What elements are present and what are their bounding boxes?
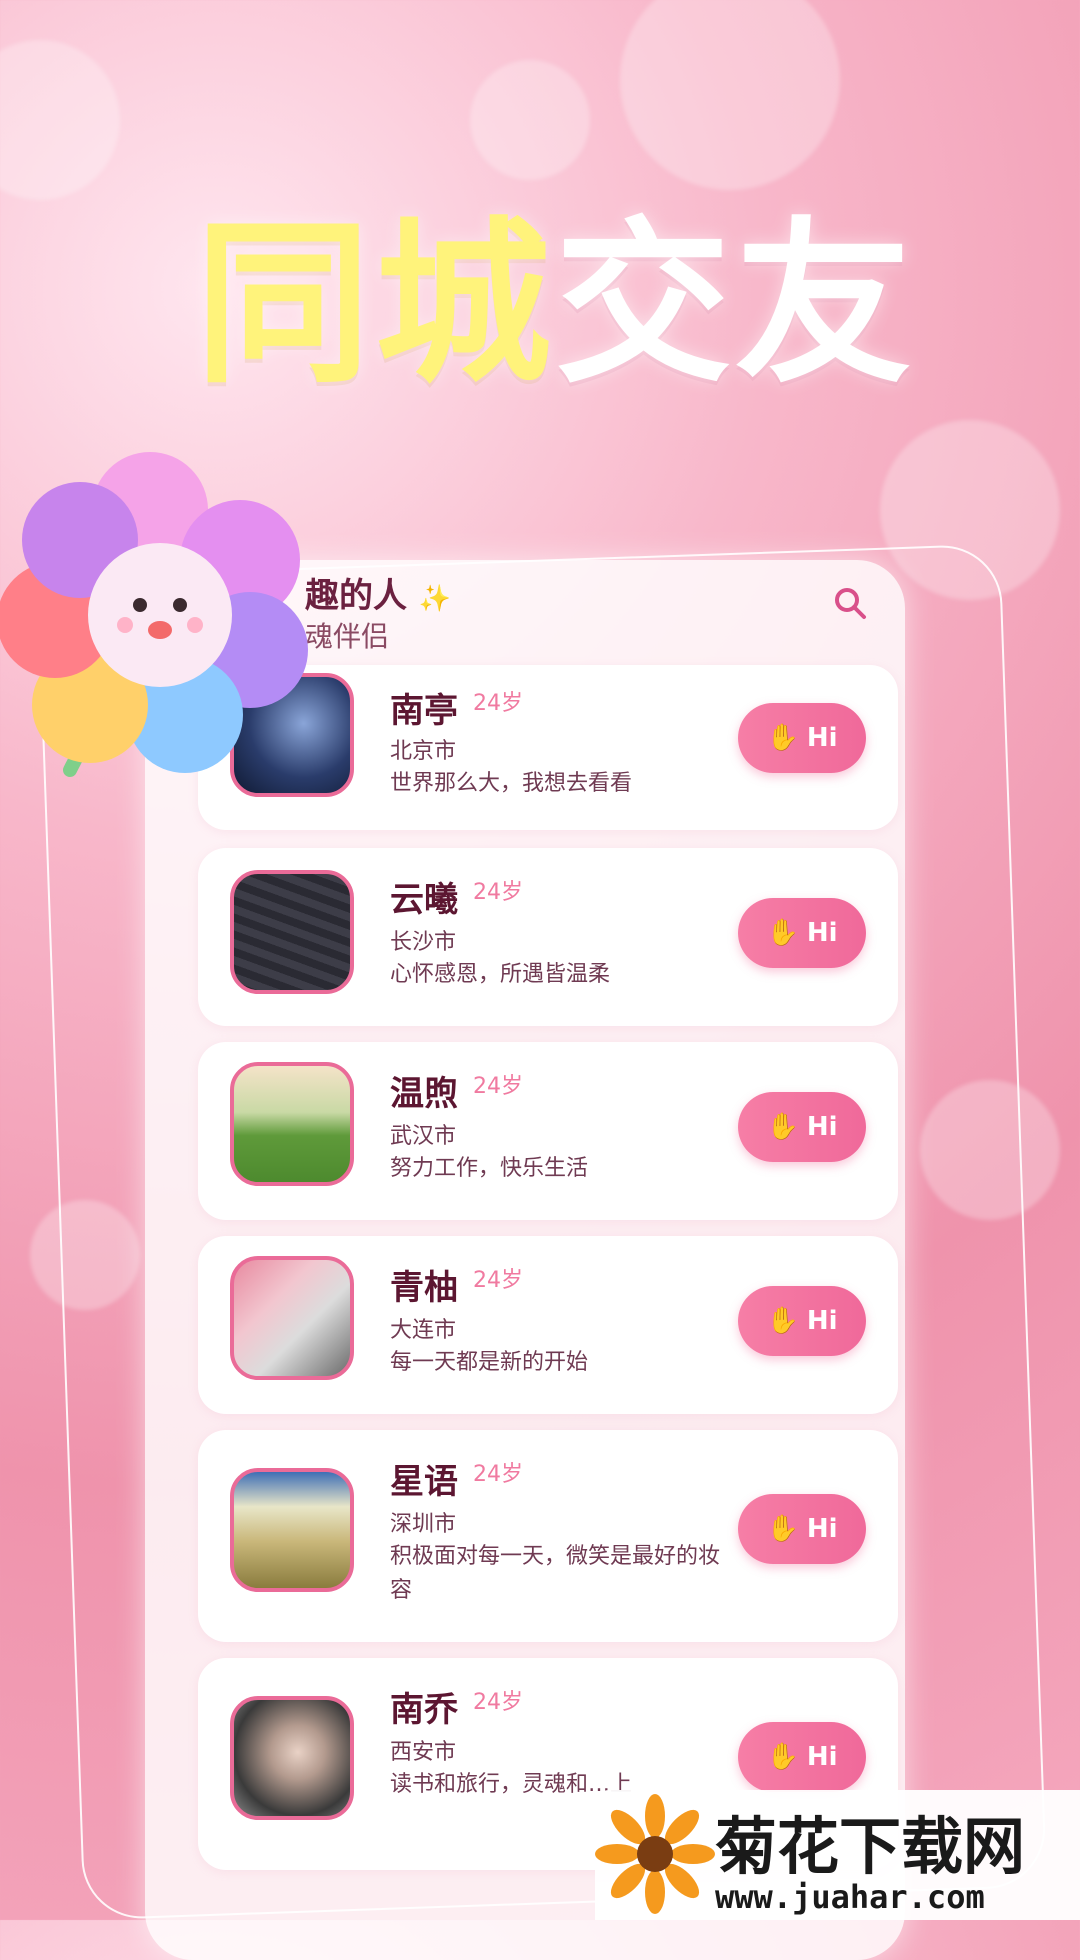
banner-title: 同城交友 xyxy=(195,205,915,405)
bokeh-light xyxy=(620,0,840,190)
hi-button-label: Hi xyxy=(806,723,838,753)
hi-button-label: Hi xyxy=(806,1742,838,1772)
chrysanthemum-logo-icon xyxy=(595,1794,715,1914)
user-city: 西安市 xyxy=(390,1740,457,1765)
user-age: 24岁 xyxy=(473,691,523,716)
watermark-url: www.juahar.com xyxy=(715,1878,985,1916)
user-row[interactable]: 云曦 24岁 长沙市 心怀感恩，所遇皆温柔 ✋ Hi xyxy=(198,848,898,1026)
watermark: 菊花下载网 www.juahar.com xyxy=(595,1790,1080,1920)
wave-hand-icon: ✋ xyxy=(766,1742,799,1772)
wave-hand-icon: ✋ xyxy=(766,723,799,753)
sparkle-icon: ✨ xyxy=(418,584,452,614)
user-name: 青柚 xyxy=(390,1268,458,1308)
avatar xyxy=(230,1696,354,1820)
hi-button[interactable]: ✋ Hi xyxy=(738,703,866,773)
hi-button-label: Hi xyxy=(806,1112,838,1142)
user-name: 云曦 xyxy=(390,880,458,920)
user-name: 温煦 xyxy=(390,1074,458,1114)
user-city: 大连市 xyxy=(390,1318,457,1343)
avatar xyxy=(230,1256,354,1380)
user-row[interactable]: 温煦 24岁 武汉市 努力工作，快乐生活 ✋ Hi xyxy=(198,1042,898,1220)
bokeh-light xyxy=(0,40,120,200)
watermark-title: 菊花下载网 xyxy=(715,1810,1026,1883)
flower-mascot-icon xyxy=(0,452,308,777)
user-city: 深圳市 xyxy=(390,1512,457,1537)
hi-button-label: Hi xyxy=(806,918,838,948)
user-city: 武汉市 xyxy=(390,1124,457,1149)
avatar xyxy=(230,1468,354,1592)
user-bio: 每一天都是新的开始 xyxy=(390,1350,589,1375)
wave-hand-icon: ✋ xyxy=(766,918,799,948)
bokeh-light xyxy=(470,60,590,180)
user-bio: 积极面对每一天，微笑是最好的妆容 xyxy=(390,1544,721,1603)
user-bio: 世界那么大，我想去看看 xyxy=(390,771,633,796)
hi-button[interactable]: ✋ Hi xyxy=(738,1722,866,1792)
search-icon[interactable] xyxy=(832,585,868,621)
user-age: 24岁 xyxy=(473,1268,523,1293)
user-age: 24岁 xyxy=(473,1462,523,1487)
hi-button-label: Hi xyxy=(806,1306,838,1336)
avatar xyxy=(230,870,354,994)
hi-button[interactable]: ✋ Hi xyxy=(738,898,866,968)
banner-title-part2: 交友 xyxy=(555,202,916,407)
user-name: 南亭 xyxy=(390,691,458,731)
wave-hand-icon: ✋ xyxy=(766,1306,799,1336)
hi-button[interactable]: ✋ Hi xyxy=(738,1286,866,1356)
user-age: 24岁 xyxy=(473,1074,523,1099)
avatar xyxy=(230,1062,354,1186)
user-bio: 努力工作，快乐生活 xyxy=(390,1156,589,1181)
user-city: 北京市 xyxy=(390,739,457,764)
user-row[interactable]: 青柚 24岁 大连市 每一天都是新的开始 ✋ Hi xyxy=(198,1236,898,1414)
user-city: 长沙市 xyxy=(390,930,457,955)
hi-button[interactable]: ✋ Hi xyxy=(738,1494,866,1564)
wave-hand-icon: ✋ xyxy=(766,1514,799,1544)
user-bio: 心怀感恩，所遇皆温柔 xyxy=(390,962,611,987)
user-age: 24岁 xyxy=(473,1690,523,1715)
banner-title-part1: 同城 xyxy=(195,202,556,407)
wave-hand-icon: ✋ xyxy=(766,1112,799,1142)
user-row[interactable]: 星语 24岁 深圳市 积极面对每一天，微笑是最好的妆容 ✋ Hi xyxy=(198,1430,898,1642)
user-age: 24岁 xyxy=(473,880,523,905)
hi-button[interactable]: ✋ Hi xyxy=(738,1092,866,1162)
hi-button-label: Hi xyxy=(806,1514,838,1544)
user-name: 星语 xyxy=(390,1462,458,1502)
user-name: 南乔 xyxy=(390,1690,458,1730)
